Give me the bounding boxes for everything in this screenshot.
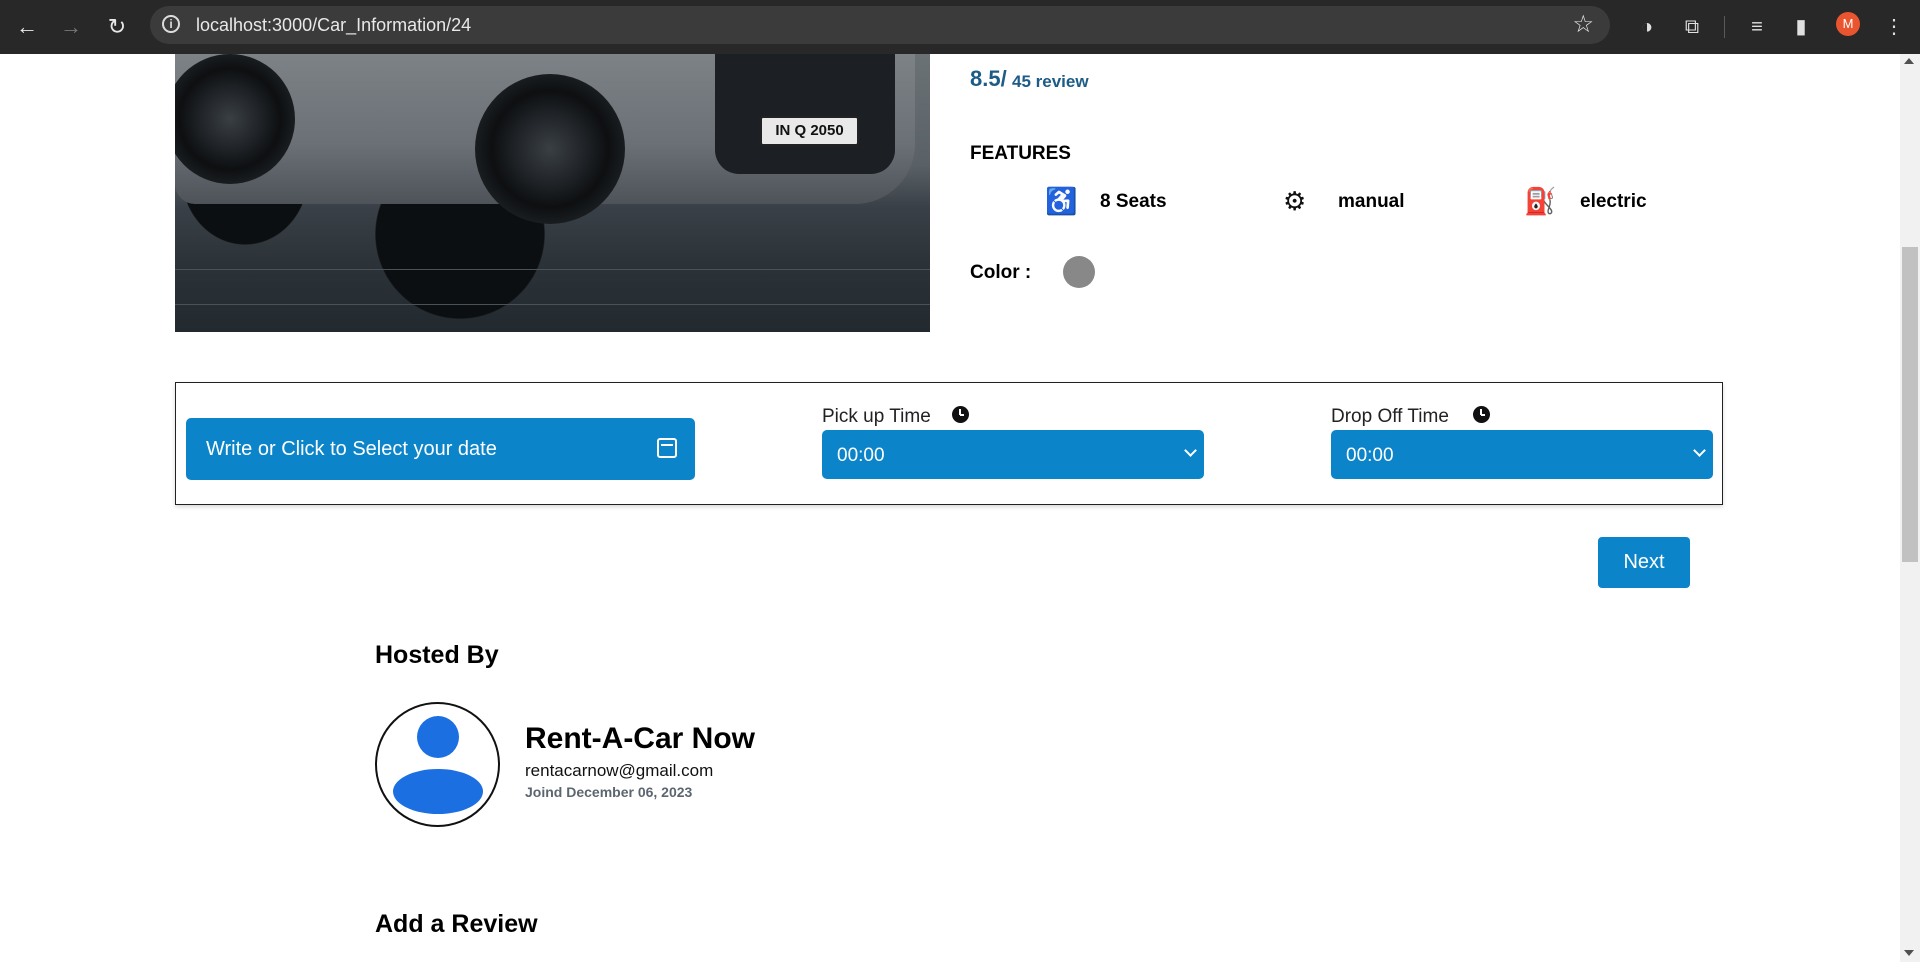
hosted-by-heading: Hosted By [375, 641, 499, 669]
toolbar-divider [1724, 16, 1725, 38]
rating-review-count: 45 review [1012, 72, 1089, 91]
site-info-icon[interactable]: i [162, 15, 180, 33]
date-placeholder: Write or Click to Select your date [206, 438, 497, 460]
date-picker-input[interactable]: Write or Click to Select your date [186, 418, 695, 480]
calendar-icon[interactable] [657, 438, 677, 458]
color-swatch [1063, 256, 1095, 288]
feature-fuel-label: electric [1580, 191, 1647, 212]
clock-icon [1473, 406, 1490, 423]
forward-arrow-icon[interactable]: → [56, 12, 86, 42]
bookmark-star-icon[interactable]: ☆ [1572, 10, 1594, 39]
reload-icon[interactable]: ↻ [102, 12, 132, 42]
avatar-body-shape [393, 769, 483, 814]
extension-globe-icon[interactable]: ◑ [1632, 12, 1662, 42]
dropoff-time-value: 00:00 [1346, 445, 1394, 466]
scroll-down-arrow-icon[interactable] [1904, 950, 1914, 956]
avatar-head-shape [417, 716, 459, 758]
host-name: Rent-A-Car Now [525, 722, 755, 755]
clock-icon [952, 406, 969, 423]
dropoff-time-select[interactable]: 00:00 [1331, 430, 1713, 479]
seat-icon: ♿ [1045, 186, 1078, 216]
chevron-down-icon [1184, 444, 1197, 457]
license-plate: IN Q 2050 [760, 116, 859, 146]
side-panel-icon[interactable]: ▮ [1786, 12, 1816, 42]
extensions-puzzle-icon[interactable]: ⧉ [1677, 12, 1707, 42]
floor-tile-line [175, 304, 930, 305]
back-arrow-icon[interactable]: ← [12, 12, 42, 42]
color-label: Color : [970, 262, 1032, 283]
profile-avatar[interactable]: M [1836, 12, 1860, 36]
features-title: FEATURES [970, 143, 1071, 164]
dropoff-time-label: Drop Off Time [1331, 406, 1449, 427]
scrollbar-thumb[interactable] [1902, 247, 1918, 562]
front-wheel [475, 74, 625, 224]
rating-score: 8.5/ [970, 66, 1007, 91]
pickup-time-label: Pick up Time [822, 406, 931, 427]
host-email: rentacarnow@gmail.com [525, 761, 714, 780]
add-review-heading: Add a Review [375, 910, 538, 938]
feature-seats-label: 8 Seats [1100, 191, 1167, 212]
car-grille-shape [715, 54, 895, 174]
car-photo: IN Q 2050 [175, 54, 930, 332]
floor-tile-line [175, 269, 930, 270]
browser-toolbar: ← → ↻ i localhost:3000/Car_Information/2… [0, 0, 1920, 54]
gearbox-icon: ⚙ [1283, 186, 1307, 216]
host-avatar [375, 702, 500, 827]
ev-fuel-icon: ⛽ [1524, 186, 1557, 216]
scroll-up-arrow-icon[interactable] [1904, 58, 1914, 64]
url-text[interactable]: localhost:3000/Car_Information/24 [196, 15, 471, 36]
menu-kebab-icon[interactable]: ⋮ [1879, 12, 1909, 42]
pickup-time-value: 00:00 [837, 445, 885, 466]
chevron-down-icon [1693, 444, 1706, 457]
feature-transmission-label: manual [1338, 191, 1405, 212]
media-control-icon[interactable]: ≡ [1742, 12, 1772, 42]
address-bar[interactable]: i localhost:3000/Car_Information/24 ☆ [150, 6, 1610, 44]
next-button[interactable]: Next [1598, 537, 1690, 588]
pickup-time-select[interactable]: 00:00 [822, 430, 1204, 479]
host-joined-date: Joind December 06, 2023 [525, 784, 693, 800]
